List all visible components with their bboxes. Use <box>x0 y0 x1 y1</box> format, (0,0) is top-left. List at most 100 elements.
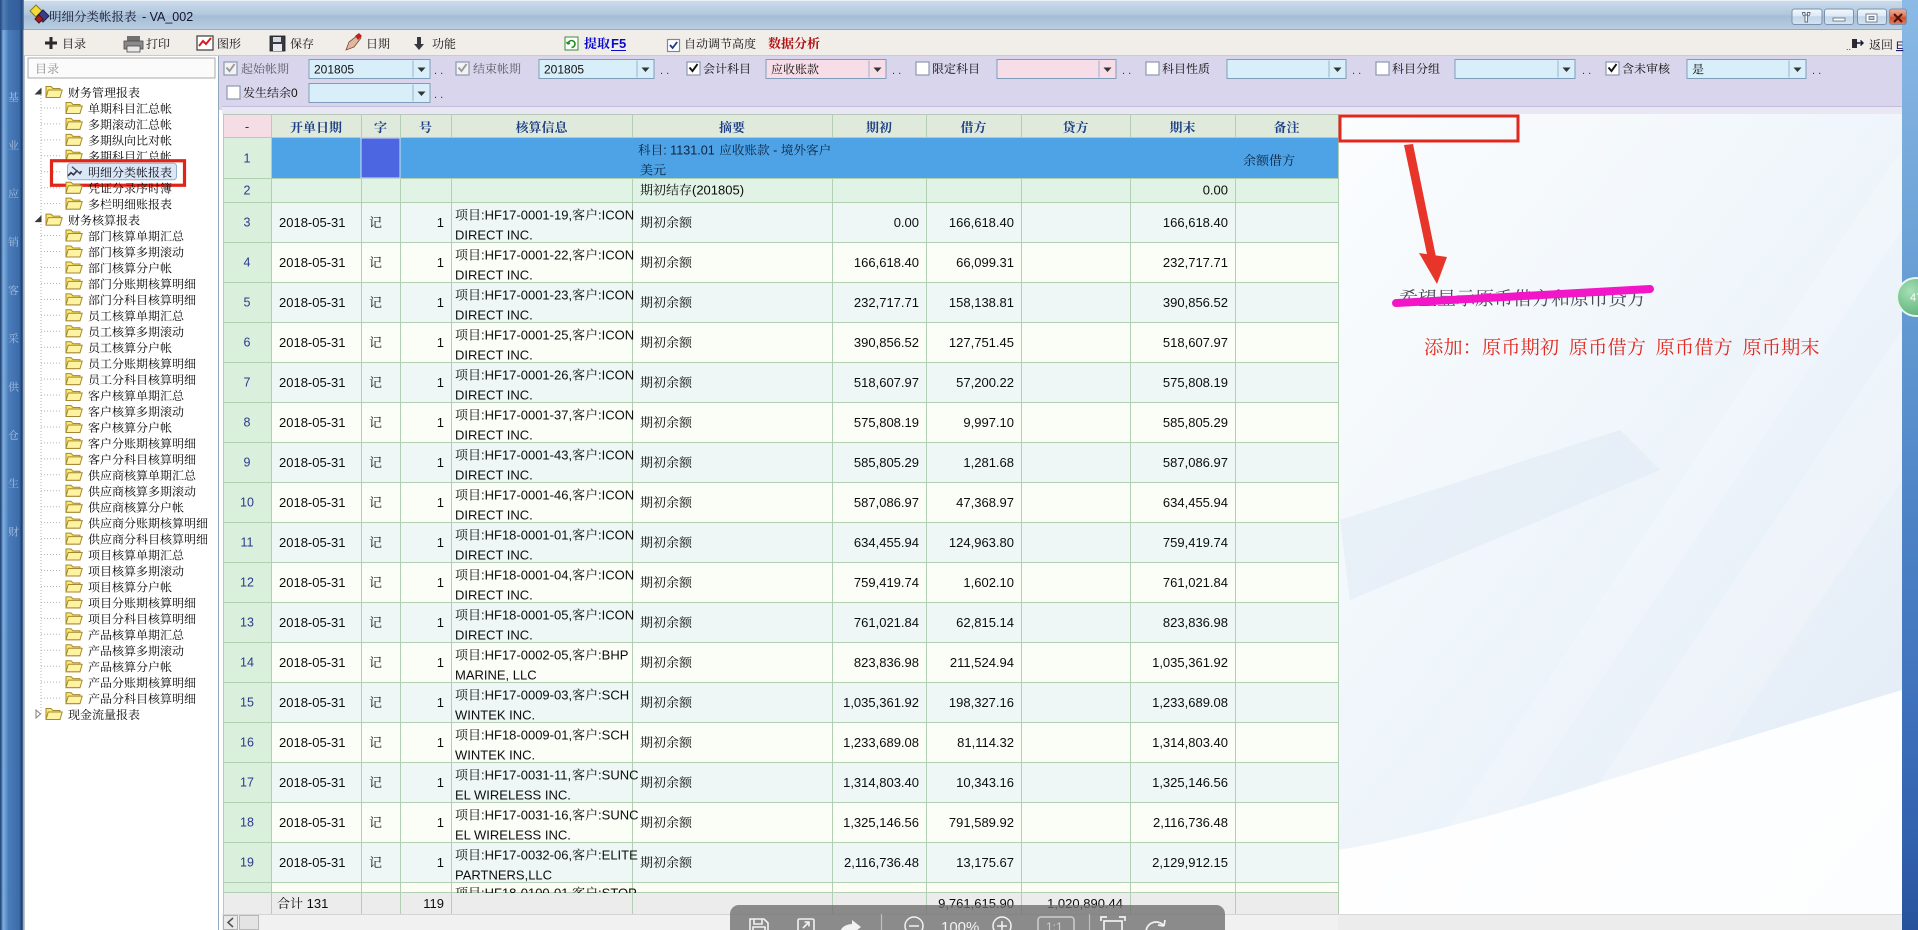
svg-text:1,314,803.40: 1,314,803.40 <box>1152 735 1228 750</box>
svg-text:19: 19 <box>240 856 254 870</box>
svg-text:2,129,912.15: 2,129,912.15 <box>1152 855 1228 870</box>
svg-text:759,419.74: 759,419.74 <box>854 575 919 590</box>
svg-text:1,602.10: 1,602.10 <box>963 575 1014 590</box>
svg-text:PARTNERS,LLC: PARTNERS,LLC <box>455 868 552 883</box>
svg-text:47,368.97: 47,368.97 <box>956 495 1014 510</box>
svg-text::HF17-0001-26,: :HF17-0001-26, <box>481 368 572 383</box>
svg-text::ICON: :ICON <box>598 448 634 463</box>
svg-text:1,325,146.56: 1,325,146.56 <box>1152 775 1228 790</box>
svg-text:13,175.67: 13,175.67 <box>956 855 1014 870</box>
svg-text:201805: 201805 <box>314 63 354 77</box>
svg-text:2018-05-31: 2018-05-31 <box>279 375 346 390</box>
svg-text:. .: . . <box>434 89 443 101</box>
svg-text:1: 1 <box>437 295 444 310</box>
svg-text:1: 1 <box>437 855 444 870</box>
svg-text:1: 1 <box>437 335 444 350</box>
svg-text:WINTEK INC.: WINTEK INC. <box>455 708 535 723</box>
svg-text:11: 11 <box>241 536 254 550</box>
svg-text:1: 1 <box>437 775 444 790</box>
svg-text:0.00: 0.00 <box>894 215 919 230</box>
svg-text:761,021.84: 761,021.84 <box>854 615 919 630</box>
svg-text:1: 1 <box>437 815 444 830</box>
svg-text:9,997.10: 9,997.10 <box>963 415 1014 430</box>
svg-text:518,607.97: 518,607.97 <box>1163 335 1228 350</box>
svg-text:2018-05-31: 2018-05-31 <box>279 255 346 270</box>
svg-text::HF17-0031-11,: :HF17-0031-11, <box>481 768 571 783</box>
svg-text::ICON: :ICON <box>598 248 634 263</box>
svg-text:1,035,361.92: 1,035,361.92 <box>843 695 919 710</box>
svg-text::HF17-0032-06,: :HF17-0032-06, <box>481 848 572 863</box>
svg-text:18: 18 <box>240 816 254 830</box>
svg-text:DIRECT INC.: DIRECT INC. <box>455 588 533 603</box>
svg-text:12: 12 <box>240 576 254 590</box>
svg-text:5: 5 <box>244 296 251 310</box>
svg-text:- VA_002: - VA_002 <box>139 10 194 24</box>
svg-text::SCH: :SCH <box>598 688 629 703</box>
svg-text:232,717.71: 232,717.71 <box>854 295 919 310</box>
svg-text:DIRECT INC.: DIRECT INC. <box>455 628 533 643</box>
svg-text:. .: . . <box>434 65 443 77</box>
svg-text:585,805.29: 585,805.29 <box>1163 415 1228 430</box>
svg-text:2018-05-31: 2018-05-31 <box>279 215 346 230</box>
svg-text:1,035,361.92: 1,035,361.92 <box>1152 655 1228 670</box>
svg-text:1: 1 <box>437 735 444 750</box>
svg-text:1: 1 <box>437 655 444 670</box>
svg-text:. .: . . <box>1582 65 1591 77</box>
svg-text::ICON: :ICON <box>598 288 634 303</box>
svg-text:1: 1 <box>437 415 444 430</box>
svg-text:-: - <box>245 119 249 134</box>
svg-text::HF17-0001-23,: :HF17-0001-23, <box>481 288 572 303</box>
svg-text:7: 7 <box>244 376 251 390</box>
svg-text::ICON: :ICON <box>598 608 634 623</box>
svg-text::HF18-0001-01,: :HF18-0001-01, <box>481 528 572 543</box>
svg-text:390,856.52: 390,856.52 <box>1163 295 1228 310</box>
svg-text:1:1: 1:1 <box>1046 920 1063 930</box>
svg-text::HF17-0001-37,: :HF17-0001-37, <box>481 408 572 423</box>
svg-text:2018-05-31: 2018-05-31 <box>279 775 346 790</box>
svg-text::HF18-0009-01,: :HF18-0009-01, <box>481 728 572 743</box>
svg-text:..: .. <box>1846 42 1851 52</box>
svg-text:DIRECT INC.: DIRECT INC. <box>455 308 533 323</box>
svg-text:DIRECT INC.: DIRECT INC. <box>455 508 533 523</box>
svg-text:232,717.71: 232,717.71 <box>1163 255 1228 270</box>
svg-text::ICON: :ICON <box>598 488 634 503</box>
svg-text:2,116,736.48: 2,116,736.48 <box>844 855 919 870</box>
svg-text:. .: . . <box>1122 65 1131 77</box>
svg-text:15: 15 <box>240 696 254 710</box>
svg-text:DIRECT INC.: DIRECT INC. <box>455 548 533 563</box>
svg-text:166,618.40: 166,618.40 <box>949 215 1014 230</box>
svg-text:587,086.97: 587,086.97 <box>854 495 919 510</box>
svg-text:587,086.97: 587,086.97 <box>1163 455 1228 470</box>
svg-text:1: 1 <box>437 495 444 510</box>
svg-text:1: 1 <box>437 255 444 270</box>
svg-text:2018-05-31: 2018-05-31 <box>279 815 346 830</box>
svg-text:634,455.94: 634,455.94 <box>854 535 919 550</box>
svg-text:2018-05-31: 2018-05-31 <box>279 615 346 630</box>
svg-text:1: 1 <box>437 375 444 390</box>
svg-text:WINTEK INC.: WINTEK INC. <box>455 748 535 763</box>
svg-text:1: 1 <box>437 215 444 230</box>
svg-text:62,815.14: 62,815.14 <box>956 615 1014 630</box>
svg-text:13: 13 <box>240 616 254 630</box>
svg-text:(201805): (201805) <box>692 183 744 198</box>
svg-text:2018-05-31: 2018-05-31 <box>279 335 346 350</box>
svg-text:1: 1 <box>437 695 444 710</box>
svg-text:47: 47 <box>1910 292 1918 304</box>
svg-text:1: 1 <box>437 455 444 470</box>
svg-text:518,607.97: 518,607.97 <box>854 375 919 390</box>
svg-text:9: 9 <box>244 456 251 470</box>
svg-text:DIRECT INC.: DIRECT INC. <box>455 268 533 283</box>
svg-text:4: 4 <box>244 256 251 270</box>
svg-text:585,805.29: 585,805.29 <box>854 455 919 470</box>
svg-text:1,314,803.40: 1,314,803.40 <box>843 775 919 790</box>
svg-text:100%: 100% <box>941 919 979 930</box>
svg-text::HF17-0001-22,: :HF17-0001-22, <box>481 248 572 263</box>
svg-text:57,200.22: 57,200.22 <box>956 375 1014 390</box>
svg-text:634,455.94: 634,455.94 <box>1163 495 1228 510</box>
svg-text:759,419.74: 759,419.74 <box>1163 535 1228 550</box>
svg-text::HF17-0001-19,: :HF17-0001-19, <box>481 208 572 223</box>
svg-text:: 1131.01: : 1131.01 <box>663 144 718 158</box>
svg-text:EL WIRELESS INC.: EL WIRELESS INC. <box>455 788 571 803</box>
svg-text::HF18-0001-05,: :HF18-0001-05, <box>481 608 572 623</box>
svg-text:2018-05-31: 2018-05-31 <box>279 655 346 670</box>
